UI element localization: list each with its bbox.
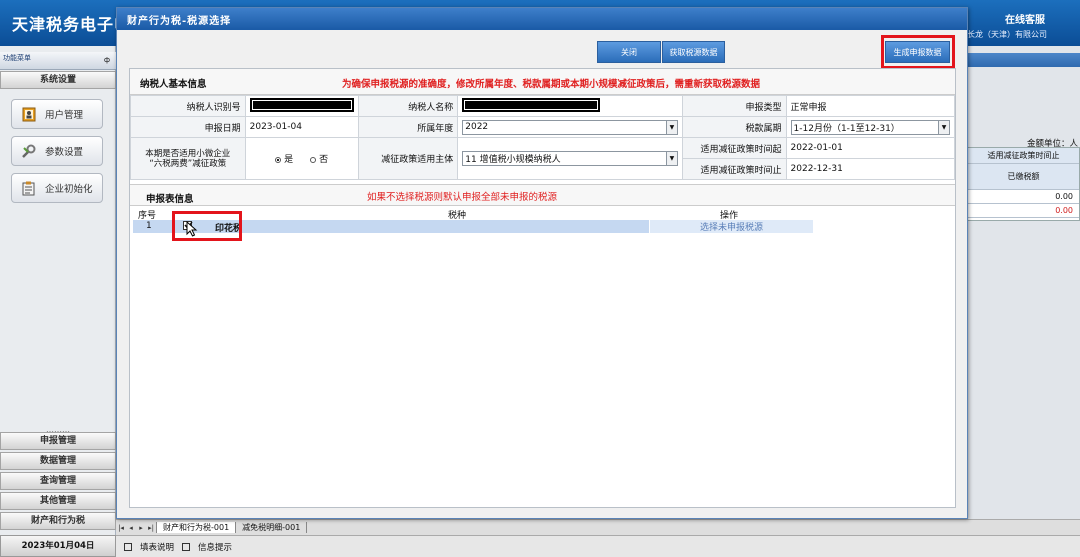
radio-checked-icon bbox=[275, 156, 282, 163]
online-service-link[interactable]: 在线客服 bbox=[1005, 11, 1045, 26]
bg-value-cell: 0.00 bbox=[968, 190, 1079, 204]
current-date: 2023年01月04日 bbox=[0, 535, 116, 557]
default-hint: 如果不选择税源则默认申报全部未申报的税源 bbox=[367, 192, 558, 203]
tax-source-dialog: 财产行为税-税源选择 关闭 获取税源数据 生成申报数据 纳税人基本信息 为确保申… bbox=[116, 7, 968, 519]
taxpayer-info-table: 纳税人识别号 纳税人名称 申报类型 正常申报 申报日期 2023-01-04 所… bbox=[130, 95, 956, 180]
no-label: 否 bbox=[319, 155, 329, 165]
data-management-menu[interactable]: 数据管理 bbox=[0, 452, 116, 470]
policy-start-label: 适用减征政策时间起 bbox=[681, 137, 787, 159]
generate-declaration-button[interactable]: 生成申报数据 bbox=[885, 41, 950, 63]
system-settings-header[interactable]: 系统设置 bbox=[0, 71, 116, 89]
year-select[interactable]: 2022 ▼ bbox=[462, 119, 678, 135]
sidebar: 功能菜单 ф 系统设置 用户管理 参数设置 企业初始化 ……… 申报管理 数据管… bbox=[0, 46, 116, 557]
last-sheet-icon[interactable]: ▸| bbox=[146, 524, 156, 532]
year-value: 2022 bbox=[465, 122, 489, 132]
taxpayer-name-label: 纳税人名称 bbox=[357, 95, 459, 117]
highlight-box bbox=[172, 211, 242, 241]
select-undeclared-source-link[interactable]: 选择未申报税源 bbox=[649, 220, 813, 233]
chevron-down-icon[interactable]: ▼ bbox=[665, 120, 677, 134]
mouse-cursor-icon bbox=[186, 221, 198, 237]
yes-label: 是 bbox=[284, 155, 294, 165]
sheet-tab-exemption[interactable]: 减免税明细-001 bbox=[236, 522, 308, 533]
menu-header: 功能菜单 bbox=[0, 52, 116, 70]
info-tips-tab[interactable]: 信息提示 bbox=[198, 541, 232, 553]
year-label: 所属年度 bbox=[357, 116, 459, 138]
clipboard-icon bbox=[21, 181, 36, 196]
enterprise-init-button[interactable]: 企业初始化 bbox=[11, 173, 103, 203]
background-window bbox=[967, 46, 1080, 524]
company-name: 长龙（天津）有限公司 bbox=[967, 30, 1047, 39]
declare-type-value: 正常申报 bbox=[785, 95, 956, 117]
pin-icon[interactable]: ф bbox=[104, 56, 110, 64]
fill-guide-tab[interactable]: 填表说明 bbox=[140, 541, 174, 553]
refresh-notice: 为确保申报税源的准确度，修改所属年度、税款属期或本期小规模减征政策后，需重新获取… bbox=[342, 79, 761, 90]
policy-start-value: 2022-01-01 bbox=[785, 137, 956, 159]
user-management-button[interactable]: 用户管理 bbox=[11, 99, 103, 129]
declare-type-label: 申报类型 bbox=[681, 95, 787, 117]
parameter-settings-label: 参数设置 bbox=[45, 147, 84, 158]
declaration-management-menu[interactable]: 申报管理 bbox=[0, 432, 116, 450]
chevron-down-icon[interactable]: ▼ bbox=[938, 120, 949, 134]
enterprise-init-label: 企业初始化 bbox=[45, 184, 93, 195]
subject-value: 11 增值税小规模纳税人 bbox=[465, 155, 561, 165]
policy-end-label: 适用减征政策时间止 bbox=[681, 158, 787, 180]
form-panel: 纳税人基本信息 为确保申报税源的准确度，修改所属年度、税款属期或本期小规模减征政… bbox=[129, 68, 956, 508]
declare-date-label: 申报日期 bbox=[130, 116, 246, 138]
taxpayer-id-redacted bbox=[249, 97, 354, 112]
row-no: 1 bbox=[146, 221, 152, 231]
bg-col-header: 适用减征政策时间止 bbox=[968, 148, 1079, 164]
parameter-settings-button[interactable]: 参数设置 bbox=[11, 136, 103, 166]
radio-unchecked-icon bbox=[310, 156, 317, 163]
chevron-down-icon[interactable]: ▼ bbox=[665, 152, 677, 165]
policy-end-value: 2022-12-31 bbox=[785, 158, 956, 180]
taxpayer-name-redacted bbox=[462, 97, 601, 112]
dialog-title: 财产行为税-税源选择 bbox=[117, 8, 967, 30]
policy-yes-radio[interactable]: 是 bbox=[275, 155, 293, 165]
background-table: 适用减征政策时间止 已缴税额 0.00 0.00 bbox=[967, 147, 1080, 221]
bg-value-cell: 0.00 bbox=[968, 204, 1079, 218]
info-tips-icon bbox=[182, 542, 191, 551]
other-management-menu[interactable]: 其他管理 bbox=[0, 492, 116, 510]
app-title: 天津税务电子申 bbox=[12, 15, 132, 34]
taxpayer-id-label: 纳税人识别号 bbox=[130, 95, 246, 117]
wrench-icon bbox=[21, 144, 36, 159]
fetch-tax-source-button[interactable]: 获取税源数据 bbox=[662, 41, 725, 63]
next-sheet-icon[interactable]: ▸ bbox=[136, 524, 146, 532]
sheet-tabs-bar: |◂ ◂ ▸ ▸| 财产和行为税-001 减免税明细-001 bbox=[116, 519, 1080, 535]
policy-no-radio[interactable]: 否 bbox=[310, 155, 328, 165]
status-bar: 填表说明 信息提示 bbox=[116, 535, 1080, 557]
first-sheet-icon[interactable]: |◂ bbox=[116, 524, 126, 532]
property-behavior-tax-menu[interactable]: 财产和行为税 bbox=[0, 512, 116, 530]
sheet-tab-main[interactable]: 财产和行为税-001 bbox=[156, 522, 237, 533]
small-policy-label-2: “六税两费”减征政策 bbox=[149, 158, 227, 169]
prev-sheet-icon[interactable]: ◂ bbox=[126, 524, 136, 532]
period-label: 税款属期 bbox=[681, 116, 787, 138]
background-window-bar bbox=[967, 53, 1080, 67]
period-value: 1-12月份（1-1至12-31） bbox=[793, 123, 900, 134]
user-book-icon bbox=[21, 107, 36, 122]
query-management-menu[interactable]: 查询管理 bbox=[0, 472, 116, 490]
close-button[interactable]: 关闭 bbox=[597, 41, 661, 63]
fill-guide-icon bbox=[124, 542, 132, 551]
subject-label: 减征政策适用主体 bbox=[357, 137, 459, 180]
declare-date-value: 2023-01-04 bbox=[244, 116, 359, 138]
bg-col-subheader: 已缴税额 bbox=[968, 164, 1079, 190]
user-management-label: 用户管理 bbox=[45, 110, 84, 121]
subject-select[interactable]: 11 增值税小规模纳税人 ▼ bbox=[462, 151, 678, 166]
period-select[interactable]: 1-12月份（1-1至12-31） ▼ bbox=[790, 119, 950, 135]
small-policy-label-1: 本期是否适用小微企业 bbox=[145, 148, 231, 159]
